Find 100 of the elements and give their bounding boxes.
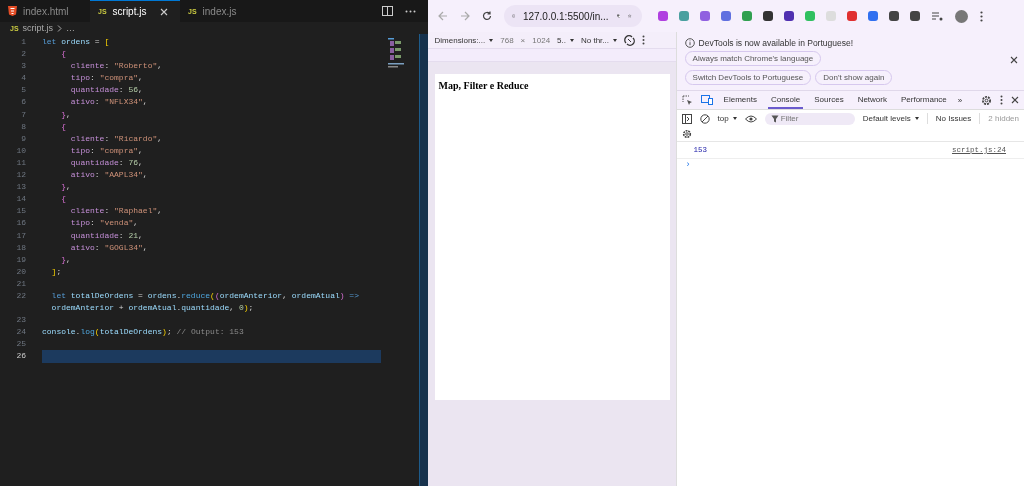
notice-text: DevTools is now available in Portuguese! <box>698 37 854 48</box>
reload-icon[interactable] <box>481 11 492 21</box>
code-line: cliente: "Roberto", <box>69 60 164 73</box>
line-number: 26 <box>15 350 27 363</box>
star-icon[interactable] <box>628 11 632 21</box>
code-line: ativo: "AAPL34", <box>69 169 149 182</box>
hidden-count: 2 hidden <box>988 114 1019 123</box>
height-field[interactable]: 1024 <box>532 35 551 45</box>
code-line: }, <box>60 108 72 121</box>
code-line: tipo: "venda", <box>69 217 140 230</box>
sidebar-icon[interactable] <box>681 113 692 124</box>
code-line: console.log(totalDeOrdens); // Output: 153 <box>42 326 245 339</box>
line-number: 24 <box>15 326 27 339</box>
menu-icon[interactable] <box>979 10 983 22</box>
zoom-dropdown[interactable]: 5.. <box>557 35 574 45</box>
code-line: cliente: "Raphael", <box>69 205 164 218</box>
breadcrumb-file[interactable]: script.js <box>22 23 54 33</box>
notice-button[interactable]: Always match Chrome's language <box>684 51 822 66</box>
code-line: }, <box>60 253 72 266</box>
more-tabs[interactable]: » <box>957 95 963 105</box>
rotate-icon[interactable] <box>624 34 635 46</box>
line-number: 6 <box>20 96 27 109</box>
dimensions-dropdown[interactable]: Dimensions:... <box>434 35 494 45</box>
settings-icon[interactable] <box>681 129 692 139</box>
minimap-drawing <box>388 38 404 68</box>
code-line: { <box>60 193 67 206</box>
levels-dropdown[interactable]: Default levels <box>862 114 919 123</box>
throttle-dropdown[interactable]: No thr... <box>581 35 617 45</box>
devtools-tab[interactable]: Elements <box>720 91 760 109</box>
inspect-icon[interactable] <box>681 94 693 106</box>
avatar[interactable] <box>954 9 968 23</box>
page-heading: Map, Filter e Reduce <box>438 80 530 91</box>
filter-field[interactable]: Filter <box>764 112 855 125</box>
close-icon[interactable] <box>1011 96 1019 104</box>
chevron-icon <box>57 24 63 32</box>
line-number: 3 <box>20 60 27 73</box>
code-line: { <box>60 120 67 133</box>
close-icon[interactable] <box>1010 56 1018 64</box>
line-number: 21 <box>15 277 27 290</box>
line-number: 11 <box>15 156 27 169</box>
breadcrumb-symbol[interactable]: … <box>66 23 76 33</box>
code-line: tipo: "compra", <box>69 72 144 85</box>
line-number: 7 <box>20 108 27 121</box>
translate-icon[interactable] <box>616 11 621 21</box>
devtools-tab[interactable]: Performance <box>898 91 950 109</box>
context-dropdown[interactable]: top <box>717 114 737 123</box>
times-sign: × <box>520 35 526 45</box>
filter-icon <box>770 114 779 123</box>
line-number: 20 <box>15 265 27 278</box>
split-editor-icon[interactable] <box>381 6 393 16</box>
notice-button[interactable]: Don't show again <box>815 70 893 85</box>
kebab-icon[interactable] <box>1000 95 1003 105</box>
line-number: 12 <box>15 169 27 182</box>
code-line: let ordens = [ <box>42 36 111 48</box>
media-icon[interactable] <box>931 11 943 21</box>
devtools-tab[interactable]: Console <box>767 91 804 109</box>
extension-icon[interactable] <box>783 11 794 21</box>
line-number: 1 <box>20 36 27 48</box>
code-line: { <box>60 48 67 61</box>
settings-icon[interactable] <box>981 94 992 106</box>
line-number: 15 <box>15 205 27 218</box>
scrollbar[interactable] <box>418 34 428 486</box>
line-number: 13 <box>15 181 27 194</box>
extension-icon[interactable] <box>909 11 920 21</box>
line-number: 23 <box>15 314 27 327</box>
line-number: 16 <box>15 217 27 230</box>
console-prompt[interactable]: › <box>686 159 690 169</box>
code-line: quantidade: 21, <box>69 229 144 242</box>
clear-icon[interactable] <box>699 113 710 124</box>
width-field[interactable]: 768 <box>500 35 514 45</box>
address-bar[interactable]: 127.0.0.1:5500/in... <box>503 5 642 27</box>
line-number: 8 <box>20 120 27 133</box>
extension-icon[interactable] <box>762 11 773 21</box>
code-line: }, <box>60 181 72 194</box>
code-line: ativo: "NFLX34", <box>69 96 149 109</box>
more-icon[interactable] <box>404 9 416 13</box>
line-number: 17 <box>15 229 27 242</box>
code-line: cliente: "Ricardo", <box>69 132 164 145</box>
issues-button[interactable]: No Issues <box>935 114 972 123</box>
line-number: 22 <box>15 289 27 302</box>
line-number: 9 <box>20 132 27 145</box>
code-line: quantidade: 56, <box>69 84 144 97</box>
line-number: 2 <box>20 48 27 61</box>
devtools-tab[interactable]: Sources <box>811 91 847 109</box>
line-number: 18 <box>15 241 27 254</box>
device-toggle-icon[interactable] <box>700 95 713 105</box>
code-line: quantidade: 76, <box>69 156 144 169</box>
html-file-icon <box>8 6 17 16</box>
line-number: 19 <box>15 253 27 266</box>
code-line: ativo: "GOGL34", <box>69 241 149 254</box>
code-line: ]; <box>50 265 63 278</box>
eye-icon[interactable] <box>744 114 757 123</box>
kebab-icon[interactable] <box>642 35 645 45</box>
info-icon <box>684 37 695 48</box>
line-number: 10 <box>15 144 27 157</box>
devtools-tab[interactable]: Network <box>854 91 890 109</box>
extension-icon[interactable] <box>888 11 899 21</box>
line-number: 25 <box>15 338 27 351</box>
notice-button[interactable]: Switch DevTools to Portuguese <box>684 70 812 85</box>
line-number: 14 <box>15 193 27 206</box>
